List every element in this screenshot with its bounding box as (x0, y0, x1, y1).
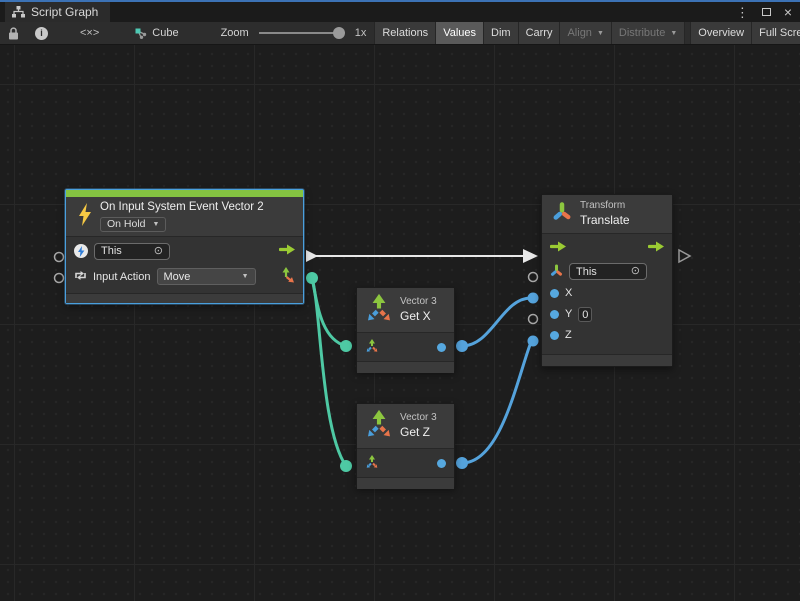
tab-script-graph[interactable]: Script Graph (5, 2, 110, 22)
zoom-control: Zoom 1x (187, 22, 375, 44)
overview-button[interactable]: Overview (690, 22, 751, 44)
graph-hierarchy-icon (12, 6, 25, 18)
object-picker-icon[interactable]: ⊙ (631, 266, 640, 277)
node-category: Vector 3 (400, 412, 437, 425)
vector3-mini-icon[interactable] (365, 338, 379, 356)
zoom-slider-handle[interactable] (333, 27, 345, 39)
port-dot-getx-in[interactable] (340, 340, 352, 352)
transform-mini-icon (550, 264, 563, 280)
port-dot-z-in[interactable] (528, 336, 539, 347)
event-this-field[interactable]: This ⊙ (94, 243, 170, 260)
translate-this-field[interactable]: This ⊙ (569, 263, 647, 280)
graph-selector-label: Cube (152, 27, 178, 39)
value-port-icon[interactable] (437, 459, 446, 468)
tab-title: Script Graph (31, 5, 98, 19)
node-footer (357, 477, 454, 489)
value-port-icon[interactable] (437, 343, 446, 352)
node-footer (357, 361, 454, 373)
input-action-dropdown[interactable]: Move ▼ (157, 268, 256, 285)
window-maximize-icon[interactable] (762, 8, 771, 16)
node-title: Get X (400, 309, 437, 324)
lock-button[interactable] (0, 22, 27, 44)
event-accent-bar (66, 190, 303, 197)
vector3-mini-icon[interactable] (365, 454, 379, 472)
zoom-slider[interactable] (259, 32, 343, 34)
inspect-button[interactable]: i (27, 22, 56, 44)
graph-selector[interactable]: Cube (123, 22, 186, 44)
chevron-down-icon: ▼ (597, 30, 604, 37)
script-graph-asset-icon (135, 28, 147, 39)
object-picker-icon[interactable]: ⊙ (154, 246, 163, 257)
toggle-carry[interactable]: Carry (518, 22, 560, 44)
edit-script-button[interactable]: <×> (56, 22, 123, 44)
toggle-relations[interactable]: Relations (374, 22, 435, 44)
distribute-dropdown[interactable]: Distribute ▼ (611, 22, 684, 44)
graph-toolbar: i <×> Cube Zoom 1x Relations Values Dim … (0, 22, 800, 45)
zoom-value: 1x (355, 27, 367, 39)
port-label-x: X (565, 287, 572, 299)
node-vector3-get-z[interactable]: Vector 3 Get Z (356, 403, 455, 488)
port-empty-translate-this[interactable] (529, 273, 538, 282)
chevron-down-icon: ▼ (242, 273, 249, 280)
node-title: Get Z (400, 425, 437, 440)
node-vector3-get-x[interactable]: Vector 3 Get X (356, 287, 455, 372)
wire-getx-to-x[interactable] (462, 298, 531, 346)
lightning-bolt-icon (78, 203, 92, 229)
transform-icon (552, 201, 572, 226)
chevron-down-icon: ▼ (670, 30, 677, 37)
wire-trigger[interactable] (306, 249, 538, 263)
node-title: On Input System Event Vector 2 (100, 200, 264, 214)
node-footer (66, 293, 303, 303)
port-empty-event-this[interactable] (55, 253, 64, 262)
port-empty-event-action[interactable] (55, 274, 64, 283)
node-on-input-system-event[interactable]: On Input System Event Vector 2 On Hold ▼… (65, 189, 304, 304)
window-close-icon[interactable]: × (784, 5, 792, 19)
window-menu-icon[interactable]: ⋮ (736, 6, 749, 19)
code-brackets-icon: <×> (80, 27, 99, 39)
vector2-out-port-icon[interactable] (282, 267, 295, 287)
node-category: Transform (580, 200, 630, 213)
fullscreen-button[interactable]: Full Screen (751, 22, 800, 44)
input-action-label: Input Action (93, 271, 151, 283)
trigger-out-arrow-icon[interactable] (279, 244, 295, 258)
node-title: Translate (580, 213, 630, 228)
info-icon: i (35, 27, 48, 40)
trigger-out-arrow-icon[interactable] (648, 241, 664, 255)
input-action-icon (74, 269, 87, 285)
wire-vector2-to-getz[interactable] (312, 278, 346, 466)
zoom-label: Zoom (221, 27, 249, 39)
toolbar-toggle-group: Relations Values Dim Carry Align ▼ Distr… (374, 22, 800, 44)
wire-getz-to-z[interactable] (462, 342, 531, 463)
value-port-icon[interactable] (550, 331, 559, 340)
align-dropdown[interactable]: Align ▼ (559, 22, 610, 44)
vector3-icon (365, 292, 393, 328)
node-footer (542, 354, 672, 366)
port-label-z: Z (565, 329, 572, 341)
port-dot-x-in[interactable] (528, 293, 539, 304)
port-dot-getz-in[interactable] (340, 460, 352, 472)
port-label-y: Y (565, 308, 572, 320)
y-value-input[interactable]: 0 (578, 307, 592, 322)
chevron-down-icon: ▼ (153, 221, 160, 230)
event-mode-dropdown[interactable]: On Hold ▼ (100, 217, 166, 232)
vector3-icon (365, 408, 393, 444)
port-empty-translate-exit[interactable] (679, 250, 690, 262)
node-transform-translate[interactable]: Transform Translate (541, 194, 673, 367)
graph-canvas[interactable]: On Input System Event Vector 2 On Hold ▼… (0, 45, 800, 601)
port-dot-vector2-out[interactable] (306, 272, 318, 284)
lock-icon (8, 27, 19, 40)
port-empty-translate-y[interactable] (529, 315, 538, 324)
value-port-icon[interactable] (550, 289, 559, 298)
node-category: Vector 3 (400, 296, 437, 309)
tab-bar: Script Graph ⋮ × (0, 2, 800, 22)
toggle-values[interactable]: Values (435, 22, 483, 44)
trigger-in-arrow-icon[interactable] (550, 241, 566, 255)
event-target-icon (74, 244, 88, 258)
port-dot-getx-out[interactable] (456, 340, 468, 352)
toggle-dim[interactable]: Dim (483, 22, 518, 44)
port-dot-getz-out[interactable] (456, 457, 468, 469)
value-port-icon[interactable] (550, 310, 559, 319)
